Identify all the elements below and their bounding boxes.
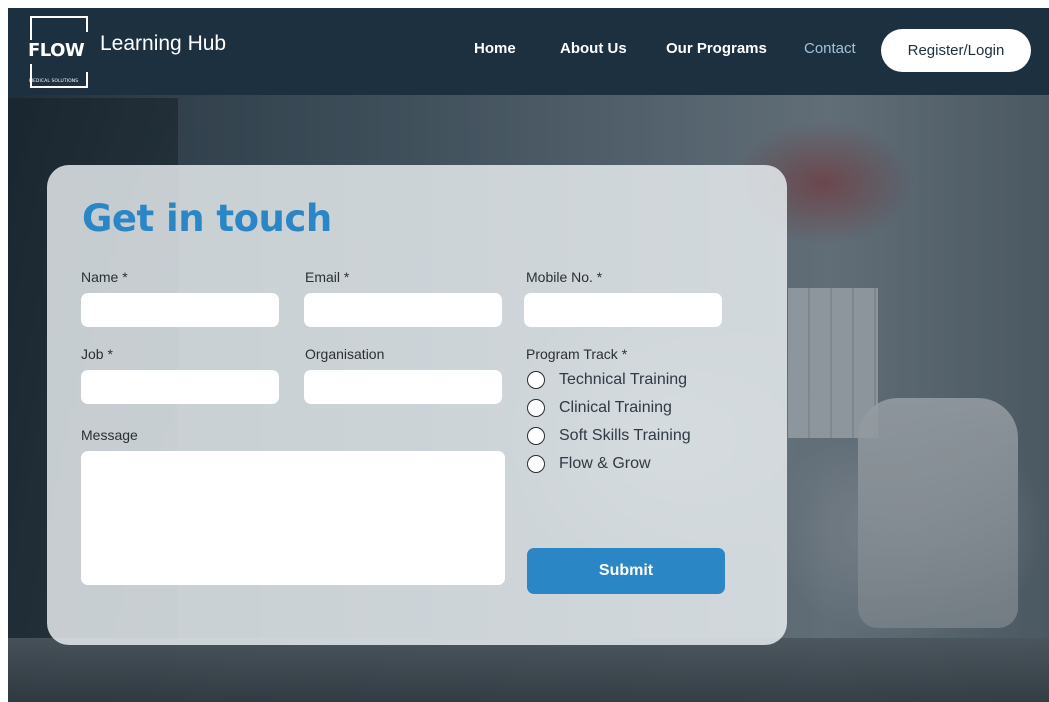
program-option-clinical-training[interactable]: Clinical Training	[527, 397, 672, 419]
name-input[interactable]	[81, 293, 279, 327]
mobile-label: Mobile No. *	[526, 269, 603, 285]
logo-word: FLOW	[28, 40, 85, 61]
logo-frame-top-right	[86, 16, 88, 32]
email-input[interactable]	[304, 293, 502, 327]
nav-contact[interactable]: Contact	[804, 40, 856, 57]
mobile-input[interactable]	[524, 293, 722, 327]
radio-circle-icon[interactable]	[527, 455, 545, 473]
program-option-label: Clinical Training	[559, 399, 672, 416]
message-textarea[interactable]	[81, 451, 505, 585]
message-label: Message	[81, 427, 138, 443]
radio-circle-icon[interactable]	[527, 399, 545, 417]
submit-button[interactable]: Submit	[527, 548, 725, 594]
nav-our-programs[interactable]: Our Programs	[666, 40, 767, 57]
organisation-input[interactable]	[304, 370, 502, 404]
form-heading: Get in touch	[82, 197, 332, 240]
job-input[interactable]	[81, 370, 279, 404]
program-option-soft-skills-training[interactable]: Soft Skills Training	[527, 425, 691, 447]
top-nav-bar: FLOW MEDICAL SOLUTIONS Learning Hub Home…	[8, 8, 1049, 95]
program-option-label: Soft Skills Training	[559, 427, 691, 444]
contact-form-card: Get in touch Name * Email * Mobile No. *…	[47, 165, 787, 645]
program-option-technical-training[interactable]: Technical Training	[527, 369, 687, 391]
name-label: Name *	[81, 269, 128, 285]
nav-home[interactable]: Home	[474, 40, 516, 57]
flow-logo[interactable]: FLOW MEDICAL SOLUTIONS	[26, 16, 96, 90]
nav-about-us[interactable]: About Us	[560, 40, 627, 57]
program-option-label: Flow & Grow	[559, 455, 651, 472]
logo-subtitle: MEDICAL SOLUTIONS	[29, 79, 79, 84]
register-login-button[interactable]: Register/Login	[881, 29, 1031, 72]
job-label: Job *	[81, 346, 113, 362]
program-track-label: Program Track *	[526, 346, 628, 362]
radio-circle-icon[interactable]	[527, 427, 545, 445]
organisation-label: Organisation	[305, 346, 385, 362]
page: FLOW MEDICAL SOLUTIONS Learning Hub Home…	[8, 8, 1049, 702]
radio-circle-icon[interactable]	[527, 371, 545, 389]
program-option-flow-and-grow[interactable]: Flow & Grow	[527, 453, 651, 475]
logo-frame-bottom-right	[86, 72, 88, 88]
program-option-label: Technical Training	[559, 371, 688, 388]
brand-title[interactable]: Learning Hub	[100, 32, 226, 56]
email-label: Email *	[305, 269, 350, 285]
